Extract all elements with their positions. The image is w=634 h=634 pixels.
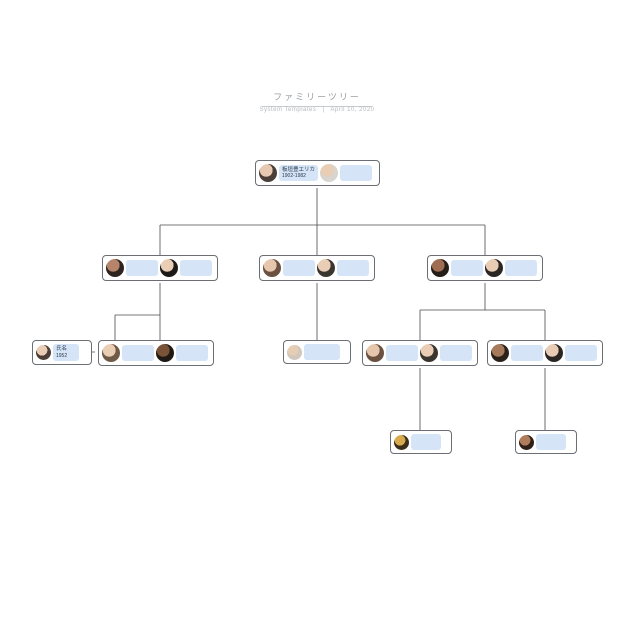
person (485, 259, 537, 277)
avatar (102, 344, 120, 362)
avatar (36, 345, 51, 360)
page-title: ファミリーツリー (0, 90, 634, 103)
person-label: 氏名 1952 (53, 344, 79, 361)
person-label (180, 260, 212, 276)
person: 板垣豊エリカ 1902-1982 (259, 164, 318, 182)
person-label (505, 260, 537, 276)
person (491, 344, 543, 362)
avatar (394, 435, 409, 450)
person (160, 259, 212, 277)
node-gen3-a-spouse[interactable]: 氏名 1952 (32, 340, 92, 365)
person (394, 434, 441, 450)
person-label (511, 345, 543, 361)
subtitle-separator: | (323, 107, 325, 113)
person-label (283, 260, 315, 276)
node-gen3-c-child1[interactable] (362, 340, 478, 366)
person-label (337, 260, 369, 276)
person-label (304, 344, 340, 360)
person-label (451, 260, 483, 276)
avatar (156, 344, 174, 362)
subtitle-right: April 10, 2020 (330, 107, 374, 113)
person-label (411, 434, 441, 450)
person (106, 259, 158, 277)
person (320, 164, 372, 182)
person-label (340, 165, 372, 181)
avatar (366, 344, 384, 362)
person-label (536, 434, 566, 450)
person-label: 板垣豊エリカ 1902-1982 (279, 165, 318, 182)
person-years: 1902-1982 (282, 173, 315, 179)
node-gen3-b-child[interactable] (283, 340, 351, 364)
page-subtitle: System Templates | April 10, 2020 (0, 107, 634, 113)
person (420, 344, 472, 362)
person-label (386, 345, 418, 361)
node-gen2-a[interactable] (102, 255, 218, 281)
person-name: 氏名 (56, 346, 76, 353)
node-gen2-c[interactable] (427, 255, 543, 281)
node-gen4-c1[interactable] (390, 430, 452, 454)
avatar (491, 344, 509, 362)
node-gen1[interactable]: 板垣豊エリカ 1902-1982 (255, 160, 380, 186)
person (431, 259, 483, 277)
avatar (320, 164, 338, 182)
person (287, 344, 340, 360)
subtitle-left: System Templates (259, 107, 316, 113)
avatar (160, 259, 178, 277)
person-label (126, 260, 158, 276)
person-label (122, 345, 154, 361)
avatar (287, 345, 302, 360)
person (263, 259, 315, 277)
node-gen3-c-child2[interactable] (487, 340, 603, 366)
person: 氏名 1952 (36, 344, 79, 361)
node-gen3-a-child[interactable] (98, 340, 214, 366)
avatar (259, 164, 277, 182)
person (317, 259, 369, 277)
node-gen2-b[interactable] (259, 255, 375, 281)
person-label (565, 345, 597, 361)
person (545, 344, 597, 362)
node-gen4-c2[interactable] (515, 430, 577, 454)
person (519, 434, 566, 450)
avatar (317, 259, 335, 277)
avatar (519, 435, 534, 450)
avatar (485, 259, 503, 277)
person-name: 板垣豊エリカ (282, 167, 315, 174)
avatar (263, 259, 281, 277)
person-label (440, 345, 472, 361)
person-label (176, 345, 208, 361)
avatar (545, 344, 563, 362)
person (156, 344, 208, 362)
person (366, 344, 418, 362)
avatar (420, 344, 438, 362)
person-years: 1952 (56, 353, 76, 359)
header: ファミリーツリー System Templates | April 10, 20… (0, 90, 634, 113)
avatar (106, 259, 124, 277)
avatar (431, 259, 449, 277)
person (102, 344, 154, 362)
